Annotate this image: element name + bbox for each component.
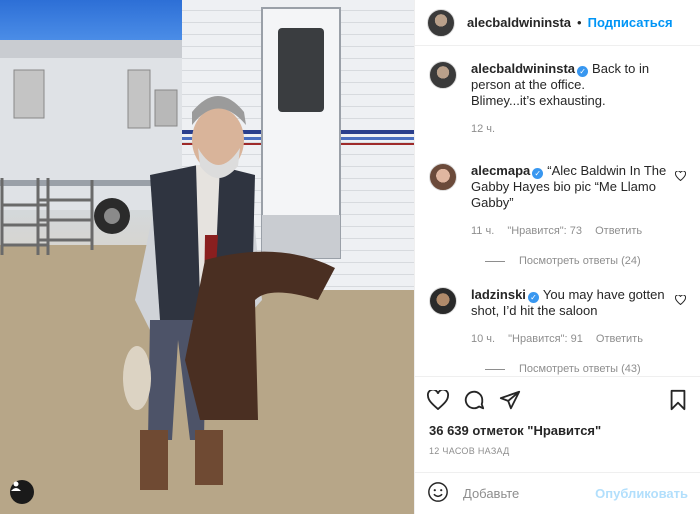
comment-item: ladzinski ✓ You may have gotten shot, I’d … bbox=[429, 287, 687, 347]
caption-time[interactable]: 12 ч. bbox=[471, 123, 495, 135]
caption-author[interactable]: alecbaldwininsta bbox=[471, 61, 575, 76]
view-replies-label: Посмотреть ответы (43) bbox=[519, 363, 641, 375]
author-avatar[interactable] bbox=[429, 61, 457, 89]
comment-item: alecmapa ✓ “Alec Baldwin In The Gabby Haye… bbox=[429, 163, 687, 239]
comment-time[interactable]: 11 ч. bbox=[471, 225, 494, 237]
comment-composer: Добавьте Опубликовать bbox=[415, 472, 700, 514]
commenter-avatar[interactable] bbox=[429, 163, 457, 191]
separator-dot: • bbox=[577, 15, 582, 30]
replies-divider bbox=[485, 368, 505, 370]
reply-button[interactable]: Ответить bbox=[596, 333, 643, 345]
publish-button[interactable]: Опубликовать bbox=[595, 486, 688, 501]
commenter-name[interactable]: alecmapa bbox=[471, 163, 530, 178]
photo-illustration bbox=[0, 0, 414, 514]
caption: alecbaldwininsta ✓ Back to in person at th… bbox=[429, 61, 686, 137]
action-bar bbox=[415, 376, 700, 422]
comments-list[interactable]: alecbaldwininsta ✓ Back to in person at th… bbox=[415, 47, 700, 375]
comment-heart-icon[interactable] bbox=[672, 293, 687, 347]
likes-count[interactable]: 36 639 отметок "Нравится" bbox=[429, 423, 601, 438]
comment-icon[interactable] bbox=[463, 389, 485, 411]
comment-likes[interactable]: "Нравится": 91 bbox=[508, 333, 583, 345]
commenter-name[interactable]: ladzinski bbox=[471, 287, 526, 302]
verified-icon: ✓ bbox=[527, 292, 539, 303]
comment-input[interactable]: Добавьте bbox=[463, 486, 519, 501]
bookmark-icon[interactable] bbox=[668, 389, 688, 411]
post-timestamp[interactable]: 12 ЧАСОВ НАЗАД bbox=[429, 446, 510, 456]
comment-heart-icon[interactable] bbox=[672, 169, 687, 239]
view-replies-button[interactable]: Посмотреть ответы (24) bbox=[485, 255, 686, 267]
view-replies-label: Посмотреть ответы (24) bbox=[519, 255, 641, 267]
send-icon[interactable] bbox=[499, 389, 521, 411]
comment-time[interactable]: 10 ч. bbox=[471, 333, 495, 345]
reply-button[interactable]: Ответить bbox=[595, 225, 642, 237]
caption-text-2: Blimey...it’s exhausting. bbox=[471, 93, 606, 108]
commenter-avatar[interactable] bbox=[429, 287, 457, 315]
user-tag-icon[interactable] bbox=[10, 480, 34, 504]
verified-icon: ✓ bbox=[577, 66, 589, 77]
replies-divider bbox=[485, 260, 505, 262]
emoji-icon[interactable] bbox=[427, 481, 449, 506]
author-avatar[interactable] bbox=[427, 8, 455, 37]
follow-button[interactable]: Подписаться bbox=[588, 15, 673, 30]
verified-icon: ✓ bbox=[532, 168, 544, 179]
view-replies-button[interactable]: Посмотреть ответы (43) bbox=[485, 363, 686, 375]
post-header: alecbaldwininsta • Подписаться bbox=[415, 0, 700, 46]
post-panel: alecbaldwininsta • Подписаться alecbaldw… bbox=[414, 0, 700, 514]
author-name[interactable]: alecbaldwininsta bbox=[467, 15, 571, 30]
heart-icon[interactable] bbox=[427, 389, 449, 410]
post-photo[interactable] bbox=[0, 0, 414, 514]
comment-likes[interactable]: "Нравится": 73 bbox=[507, 225, 582, 237]
